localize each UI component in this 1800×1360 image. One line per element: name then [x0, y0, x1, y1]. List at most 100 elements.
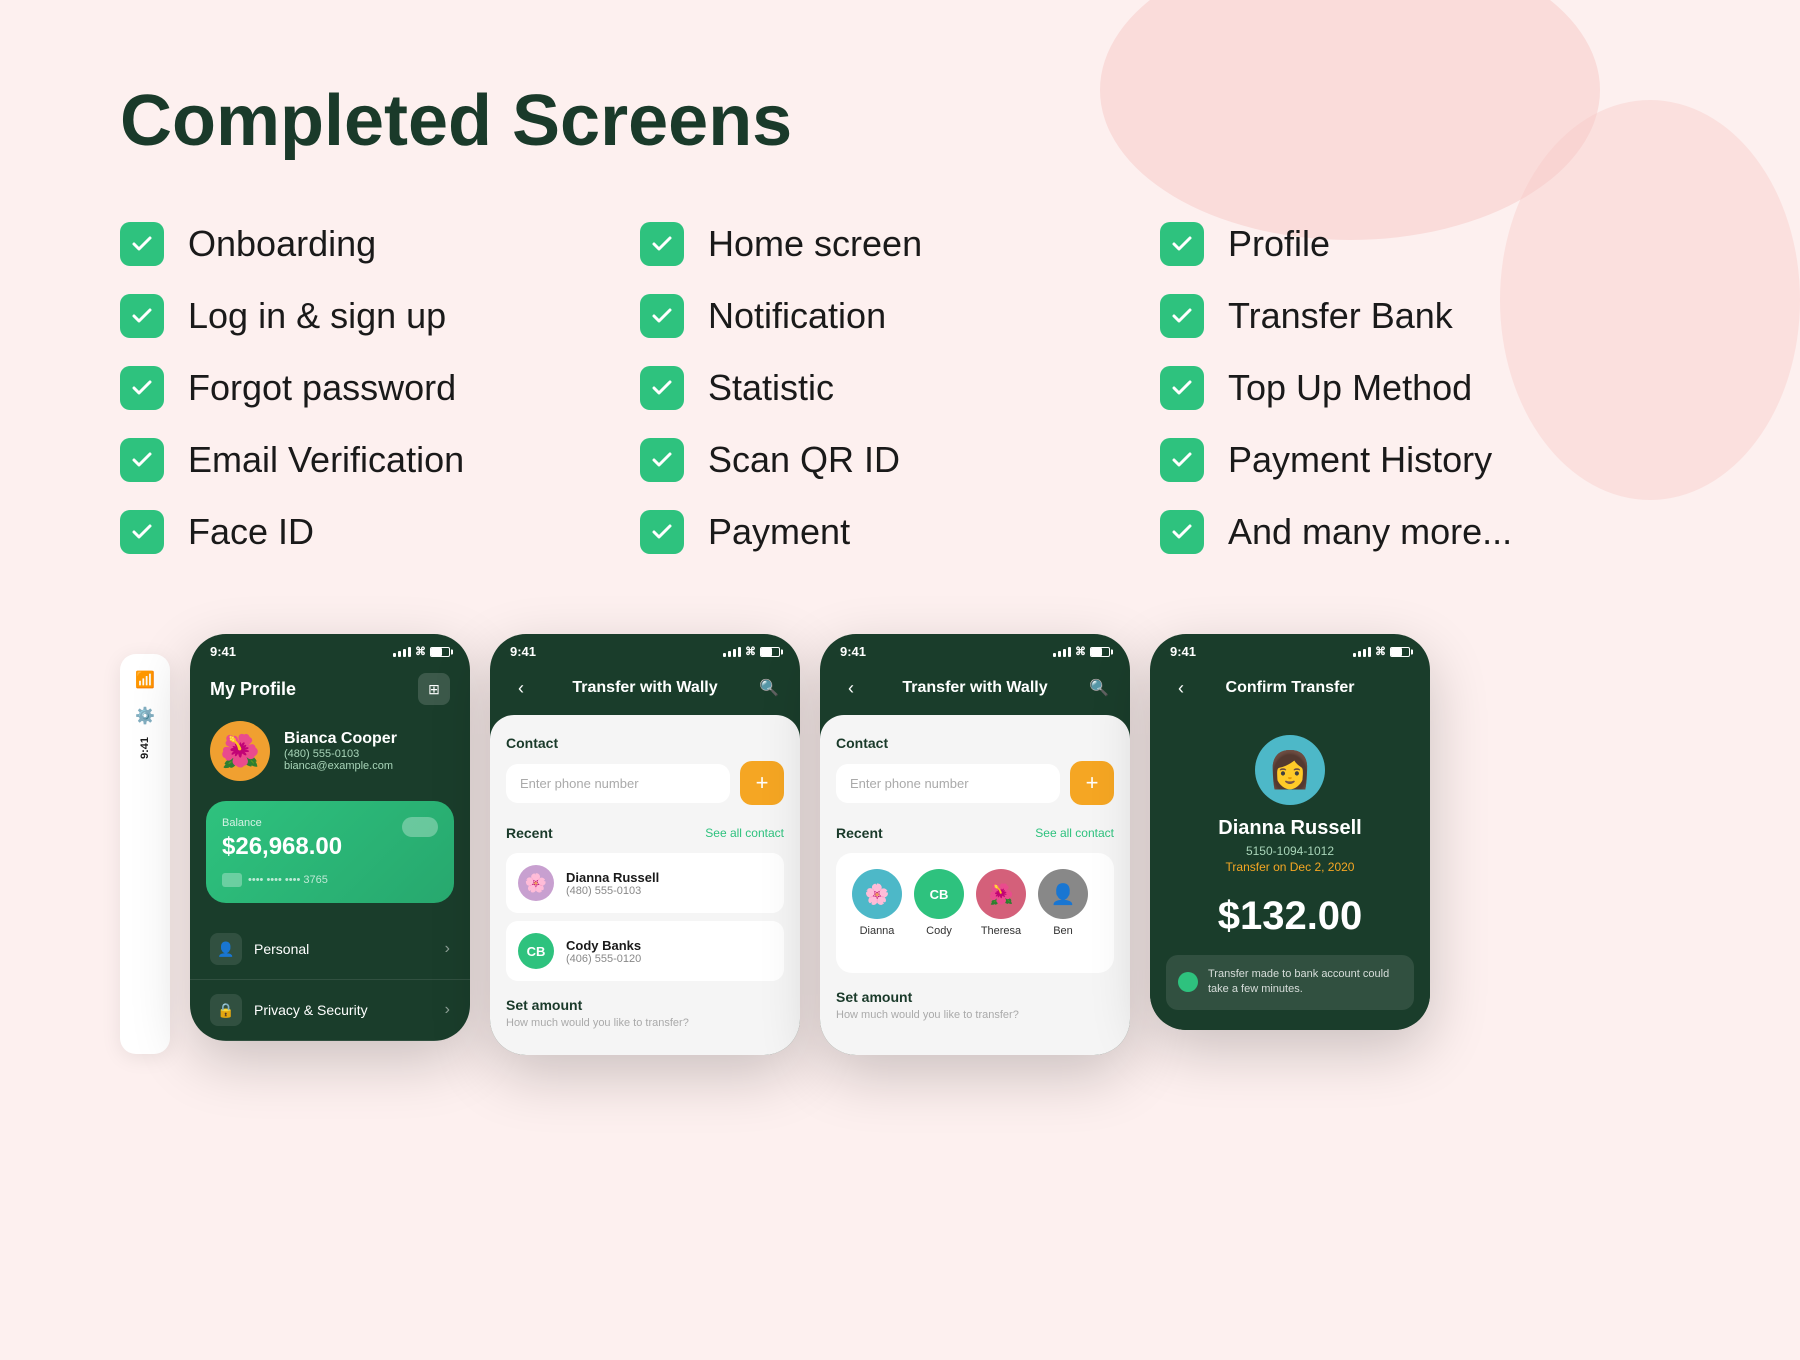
circle-name-cody: Cody	[926, 925, 952, 937]
phone3-header: ‹ Transfer with Wally 🔍	[820, 665, 1130, 715]
see-all-link-2[interactable]: See all contact	[705, 826, 784, 840]
check-label: Scan QR ID	[708, 439, 900, 481]
check-label: Payment	[708, 511, 850, 553]
circle-name-dianna: Dianna	[860, 925, 895, 937]
wifi-icon-4: ⌘	[1375, 645, 1386, 658]
circle-initials-cody: CB	[930, 887, 949, 902]
balance-card: Balance $26,968.00 •••• •••• •••• 3765	[206, 801, 454, 903]
qr-icon[interactable]: ⊞	[418, 673, 450, 705]
check-label: Payment History	[1228, 439, 1492, 481]
add-contact-button-3[interactable]: +	[1070, 761, 1114, 805]
phone-confirm-transfer: 9:41 ⌘ ‹ Confirm Transfer	[1150, 634, 1430, 1030]
search-button-2[interactable]: 🔍	[754, 673, 784, 703]
check-icon	[1160, 438, 1204, 482]
status-bar-4: 9:41 ⌘	[1150, 634, 1430, 665]
phone-number-input-3[interactable]: Enter phone number	[836, 764, 1060, 803]
signal-icon-3	[1053, 647, 1071, 657]
menu-personal[interactable]: 👤 Personal ›	[190, 919, 470, 980]
check-item: Email Verification	[120, 438, 640, 482]
confirm-title-4: Confirm Transfer	[1226, 679, 1355, 697]
check-icon	[1160, 510, 1204, 554]
sidebar-partial: 📶 ⚙️ 9:41	[120, 654, 170, 1054]
wifi-icon: ⌘	[415, 645, 426, 658]
contact-item-1[interactable]: 🌸 Dianna Russell (480) 555-0103	[506, 853, 784, 913]
phone1-header: My Profile ⊞	[190, 665, 470, 721]
phone-transfer-list: 9:41 ⌘ ‹ Transfer with Wally 🔍	[490, 634, 800, 1055]
check-item: Top Up Method	[1160, 366, 1680, 410]
recent-label-3: Recent	[836, 825, 883, 841]
battery-icon-2	[760, 647, 780, 657]
back-button-2[interactable]: ‹	[506, 673, 536, 703]
add-contact-button[interactable]: +	[740, 761, 784, 805]
contact-name-1: Dianna Russell	[566, 870, 659, 885]
sidebar-gear-icon: ⚙️	[135, 706, 155, 726]
sidebar-wifi-icon: 📶	[135, 670, 155, 690]
balance-toggle[interactable]	[402, 817, 438, 837]
back-button-4[interactable]: ‹	[1166, 673, 1196, 703]
check-item: Log in & sign up	[120, 294, 640, 338]
see-all-link-3[interactable]: See all contact	[1035, 826, 1114, 840]
chevron-right-icon-2: ›	[445, 1001, 450, 1019]
personal-icon: 👤	[210, 933, 242, 965]
confirm-body: 👩 Dianna Russell 5150-1094-1012 Transfer…	[1150, 715, 1430, 1030]
phone2-body: Contact Enter phone number + Recent See …	[490, 715, 800, 1055]
phone4-header: ‹ Confirm Transfer	[1150, 665, 1430, 715]
checklist-col-2: Home screen Notification Statistic Scan …	[640, 222, 1160, 554]
check-item: Scan QR ID	[640, 438, 1160, 482]
circle-avatar-ben: 👤	[1038, 869, 1088, 919]
set-amount-section-2: Set amount How much would you like to tr…	[506, 997, 784, 1029]
sidebar-time: 9:41	[139, 737, 151, 759]
info-icon	[1178, 972, 1198, 992]
circle-name-ben: Ben	[1053, 925, 1073, 937]
check-item: Face ID	[120, 510, 640, 554]
set-amount-label-2: Set amount	[506, 997, 784, 1013]
check-item: And many more...	[1160, 510, 1680, 554]
wifi-icon-3: ⌘	[1075, 645, 1086, 658]
status-time-3: 9:41	[840, 644, 866, 659]
circle-contact-dianna[interactable]: 🌸 Dianna	[852, 869, 902, 937]
check-item: Forgot password	[120, 366, 640, 410]
card-number: •••• •••• •••• 3765	[222, 873, 438, 887]
status-icons-1: ⌘	[393, 645, 450, 658]
search-button-3[interactable]: 🔍	[1084, 673, 1114, 703]
profile-phone: (480) 555-0103	[284, 748, 397, 760]
check-label: Notification	[708, 295, 886, 337]
profile-email: bianca@example.com	[284, 760, 397, 772]
confirm-name: Dianna Russell	[1166, 817, 1414, 840]
menu-personal-label: Personal	[254, 941, 309, 957]
circle-contact-cody[interactable]: CB Cody	[914, 869, 964, 937]
check-icon	[1160, 222, 1204, 266]
check-label: Email Verification	[188, 439, 464, 481]
back-button-3[interactable]: ‹	[836, 673, 866, 703]
security-icon: 🔒	[210, 994, 242, 1026]
checklist-col-1: Onboarding Log in & sign up Forgot passw…	[120, 222, 640, 554]
status-time-1: 9:41	[210, 644, 236, 659]
check-item: Payment History	[1160, 438, 1680, 482]
status-time-2: 9:41	[510, 644, 536, 659]
profile-info: Bianca Cooper (480) 555-0103 bianca@exam…	[284, 730, 397, 772]
menu-security[interactable]: 🔒 Privacy & Security ›	[190, 980, 470, 1041]
contact-label-3: Contact	[836, 735, 1114, 751]
status-bar-1: 9:41 ⌘	[190, 634, 470, 665]
checklist-col-3: Profile Transfer Bank Top Up Method Paym…	[1160, 222, 1680, 554]
contact-label-2: Contact	[506, 735, 784, 751]
check-icon	[640, 222, 684, 266]
battery-icon-4	[1390, 647, 1410, 657]
phone-input-placeholder: Enter phone number	[520, 776, 639, 791]
check-label: Face ID	[188, 511, 314, 553]
phone-number-input[interactable]: Enter phone number	[506, 764, 730, 803]
phone-transfer-circles: 9:41 ⌘ ‹ Transfer with Wally 🔍	[820, 634, 1130, 1055]
status-icons-3: ⌘	[1053, 645, 1110, 658]
contact-item-2[interactable]: CB Cody Banks (406) 555-0120	[506, 921, 784, 981]
contact-input-row: Enter phone number +	[506, 761, 784, 805]
circle-contact-theresa[interactable]: 🌺 Theresa	[976, 869, 1026, 937]
signal-icon	[393, 647, 411, 657]
circle-contact-ben[interactable]: 👤 Ben	[1038, 869, 1088, 937]
confirm-avatar: 👩	[1255, 735, 1325, 805]
check-label: Log in & sign up	[188, 295, 446, 337]
check-item: Transfer Bank	[1160, 294, 1680, 338]
check-label: Home screen	[708, 223, 922, 265]
check-label: Forgot password	[188, 367, 456, 409]
phone-input-placeholder-3: Enter phone number	[850, 776, 969, 791]
transfer-title-3: Transfer with Wally	[902, 679, 1047, 697]
